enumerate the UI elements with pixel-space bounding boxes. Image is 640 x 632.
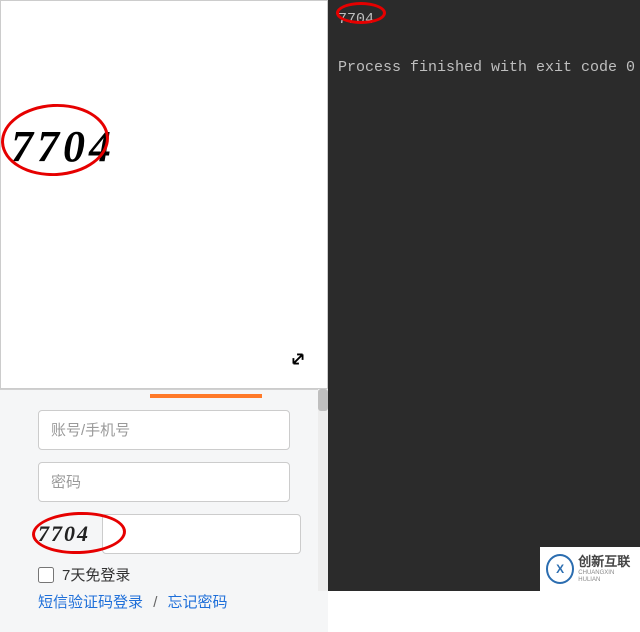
watermark: X 创新互联 CHUANGXIN HULIAN xyxy=(540,547,640,591)
console-blank-line xyxy=(338,32,630,56)
captcha-preview-pane: 7704 xyxy=(0,0,328,389)
console-output-pane: 7704 Process finished with exit code 0 xyxy=(328,0,640,591)
watermark-en: CHUANGXIN HULIAN xyxy=(578,570,634,584)
sms-login-link[interactable]: 短信验证码登录 xyxy=(38,594,143,611)
watermark-logo-icon: X xyxy=(546,554,574,584)
password-input[interactable] xyxy=(38,462,290,502)
separator: / xyxy=(153,594,157,611)
login-form-pane: 7704 7天免登录 短信验证码登录 / 忘记密码 xyxy=(0,389,328,632)
console-status-line: Process finished with exit code 0 xyxy=(338,56,630,80)
annotation-ring-console xyxy=(336,2,386,24)
captcha-image-small[interactable]: 7704 xyxy=(38,516,90,552)
scrollbar-thumb[interactable] xyxy=(318,389,328,411)
remember-checkbox[interactable] xyxy=(38,567,54,583)
username-input[interactable] xyxy=(38,410,290,450)
expand-icon[interactable] xyxy=(287,348,309,376)
watermark-cn: 创新互联 xyxy=(578,554,634,570)
forgot-password-link[interactable]: 忘记密码 xyxy=(168,594,228,611)
active-tab-indicator xyxy=(150,394,262,398)
scrollbar-track[interactable] xyxy=(318,389,328,591)
captcha-input[interactable] xyxy=(102,514,301,554)
remember-label: 7天免登录 xyxy=(62,564,130,585)
